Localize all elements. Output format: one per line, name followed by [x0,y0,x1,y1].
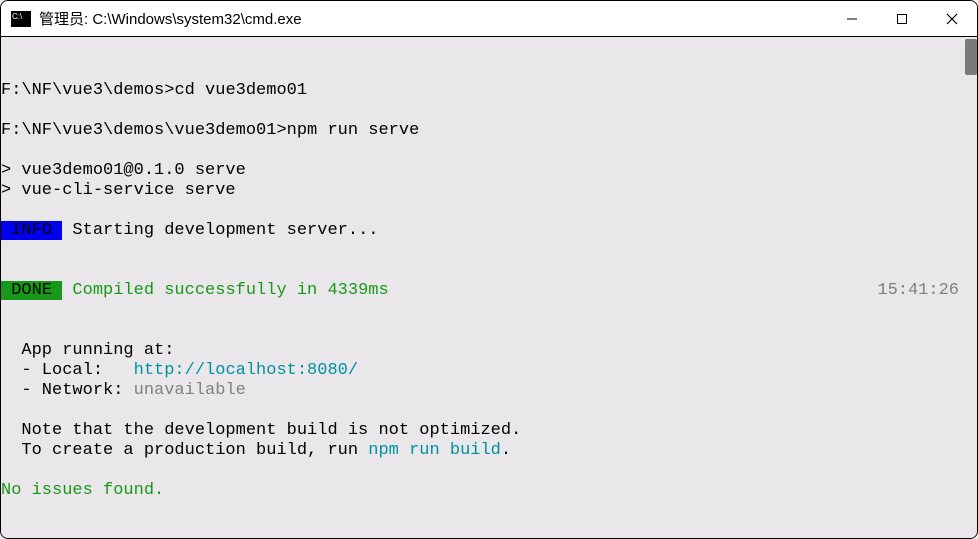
terminal-body[interactable]: F:\NF\vue3\demos>cd vue3demo01 F:\NF\vue… [1,37,977,538]
app-running-label: App running at: [1,341,977,361]
local-url: http://localhost:8080/ [134,361,358,380]
done-badge: DONE [1,281,62,300]
cmd-icon [11,11,31,27]
info-line: INFO Starting development server... [1,221,977,241]
network-label: - Network: [1,381,134,400]
prompt-line-2: F:\NF\vue3\demos\vue3demo01>npm run serv… [1,121,977,141]
done-text: Compiled successfully in 4339ms [62,281,388,300]
note-line: To create a production build, run npm ru… [1,441,977,461]
window-controls [827,1,977,36]
local-label: - Local: [1,361,134,380]
script-output: > vue3demo01@0.1.0 serve [1,161,977,181]
network-line: - Network: unavailable [1,381,977,401]
cmd-window: 管理员: C:\Windows\system32\cmd.exe F:\NF\v… [0,0,978,539]
window-title: 管理员: C:\Windows\system32\cmd.exe [39,8,827,29]
minimize-button[interactable] [827,1,877,36]
npm-command: npm run build [368,441,501,460]
close-button[interactable] [927,1,977,36]
no-issues-text: No issues found. [1,481,977,501]
info-text: Starting development server... [62,221,378,240]
scrollbar-thumb[interactable] [965,39,977,75]
note-line: Note that the development build is not o… [1,421,977,441]
command-text: npm run serve [287,121,420,140]
maximize-button[interactable] [877,1,927,36]
info-badge: INFO [1,221,62,240]
prompt-path: F:\NF\vue3\demos> [1,81,174,100]
script-output: > vue-cli-service serve [1,181,977,201]
done-line: DONE Compiled successfully in 4339ms 15:… [1,281,977,301]
command-text: cd vue3demo01 [174,81,307,100]
prompt-line-1: F:\NF\vue3\demos>cd vue3demo01 [1,81,977,101]
done-timestamp: 15:41:26 [877,281,959,301]
network-value: unavailable [134,381,246,400]
local-line: - Local: http://localhost:8080/ [1,361,977,381]
titlebar[interactable]: 管理员: C:\Windows\system32\cmd.exe [1,1,977,37]
prompt-path: F:\NF\vue3\demos\vue3demo01> [1,121,287,140]
